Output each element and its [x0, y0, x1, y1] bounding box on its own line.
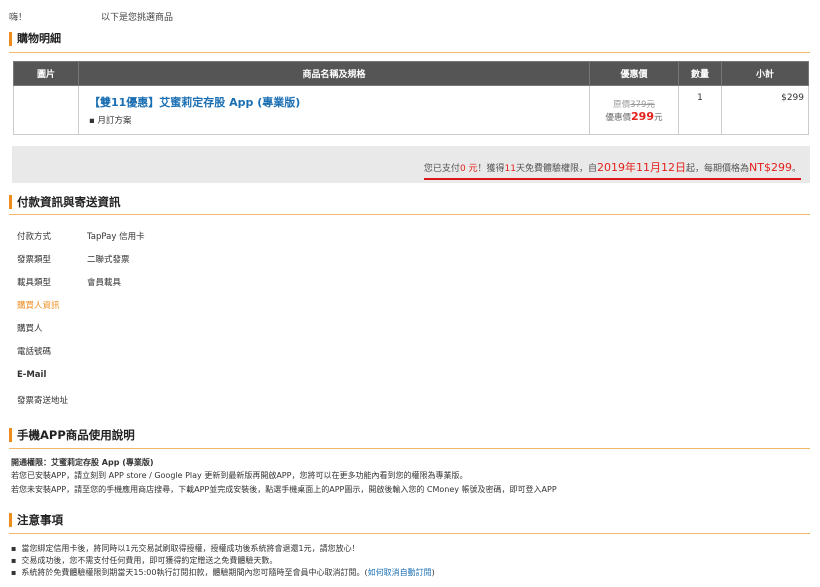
cancel-subscription-link[interactable]: 如何取消自動訂閱 — [368, 568, 432, 577]
trial-days: 11 — [504, 164, 516, 174]
greeting: 嗨！ 以下是您挑選商品 — [9, 10, 173, 23]
greeting-message: 以下是您挑選商品 — [101, 13, 174, 23]
email-row: E-Mail — [17, 370, 47, 380]
cart-table: 圖片 商品名稱及規格 優惠價 數量 小計 【雙11優惠】艾蜜莉定存股 App (… — [13, 61, 809, 135]
qty-cell: 1 — [678, 85, 722, 135]
app-guide-title: 手機APP商品使用說明 — [9, 428, 135, 442]
phone-row: 電話號碼 — [17, 347, 52, 357]
invoice-address-row: 發票寄送地址 — [17, 396, 69, 406]
subtotal-cell: $299 — [721, 85, 809, 135]
product-plan: ▪ 月訂方案 — [89, 116, 132, 126]
payment-summary-text: 您已支付0 元！獲得11天免費體驗權限，自2019年11月12日起，每期價格為N… — [423, 159, 801, 180]
buyer-info-heading: 購買人資訊 — [17, 301, 60, 311]
payinfo-title: 付款資訊與寄送資訊 — [9, 195, 121, 209]
table-row: 【雙11優惠】艾蜜莉定存股 App (專業版) ▪ 月訂方案 原價379元 優惠… — [13, 85, 809, 135]
greeting-hello: 嗨！ — [9, 13, 28, 23]
original-price: 原價379元 — [613, 99, 655, 110]
header-subtotal: 小計 — [721, 61, 809, 86]
list-item: 當您綁定信用卡後，將同時以1元交易試刷取得授權，授權成功後系統將會退還1元，請您… — [11, 543, 435, 555]
list-item: 交易成功後，您不需支付任何費用，即可獲得約定贈送之免費體驗天數。 — [11, 555, 435, 567]
payment-method-value: TapPay 信用卡 — [87, 232, 145, 242]
invoice-type-value: 二聯式發票 — [87, 255, 130, 265]
product-name-link[interactable]: 【雙11優惠】艾蜜莉定存股 App (專業版) — [89, 94, 589, 110]
app-guide-divider — [9, 448, 810, 449]
header-price: 優惠價 — [589, 61, 679, 86]
product-plan-label: 月訂方案 — [97, 116, 132, 126]
cart-title: 購物明細 — [9, 32, 61, 46]
notices-title: 注意事項 — [9, 513, 63, 527]
product-name-cell: 【雙11優惠】艾蜜莉定存股 App (專業版) ▪ 月訂方案 — [78, 85, 590, 135]
period-price: NT$299 — [749, 161, 792, 174]
notices-list: 當您綁定信用卡後，將同時以1元交易試刷取得授權，授權成功後系統將會退還1元，請您… — [11, 543, 435, 579]
header-image: 圖片 — [13, 61, 79, 86]
cart-header-row: 圖片 商品名稱及規格 優惠價 數量 小計 — [13, 61, 809, 86]
payment-method-row: 付款方式 TapPay 信用卡 — [17, 232, 145, 242]
header-qty: 數量 — [678, 61, 722, 86]
invoice-type-row: 發票類型 二聯式發票 — [17, 255, 130, 265]
product-image-cell — [13, 85, 79, 135]
notices-divider — [9, 533, 810, 534]
discount-price-value: 299 — [631, 109, 654, 123]
price-cell: 原價379元 優惠價299元 — [589, 85, 679, 135]
start-date: 2019年11月12日 — [597, 161, 687, 174]
app-guide-line-3: 若您未安裝APP，請至您的手機應用商店搜尋，下載APP並完成安裝後，點選手機桌面… — [11, 485, 557, 494]
payment-summary-bar: 您已支付0 元！獲得11天免費體驗權限，自2019年11月12日起，每期價格為N… — [12, 146, 810, 183]
carrier-type-row: 載具類型 會員載具 — [17, 278, 122, 288]
carrier-type-value: 會員載具 — [87, 278, 122, 288]
paid-amount: 0 元 — [459, 164, 478, 174]
app-guide-line-1: 開通權限：艾蜜莉定存股 App (專業版) — [11, 458, 154, 467]
list-item: 系統將於免費體驗權限到期當天15:00執行訂閱扣款，體驗期間內您可隨時至會員中心… — [11, 567, 434, 579]
cart-divider — [9, 52, 810, 53]
buyer-row: 購買人 — [17, 324, 43, 334]
original-price-value: 379元 — [630, 99, 655, 110]
header-name: 商品名稱及規格 — [78, 61, 590, 86]
app-guide-line-2: 若您已安裝APP，請立刻到 APP store / Google Play 更新… — [11, 471, 468, 480]
payinfo-divider — [9, 214, 810, 215]
discount-price: 優惠價299元 — [605, 109, 663, 123]
